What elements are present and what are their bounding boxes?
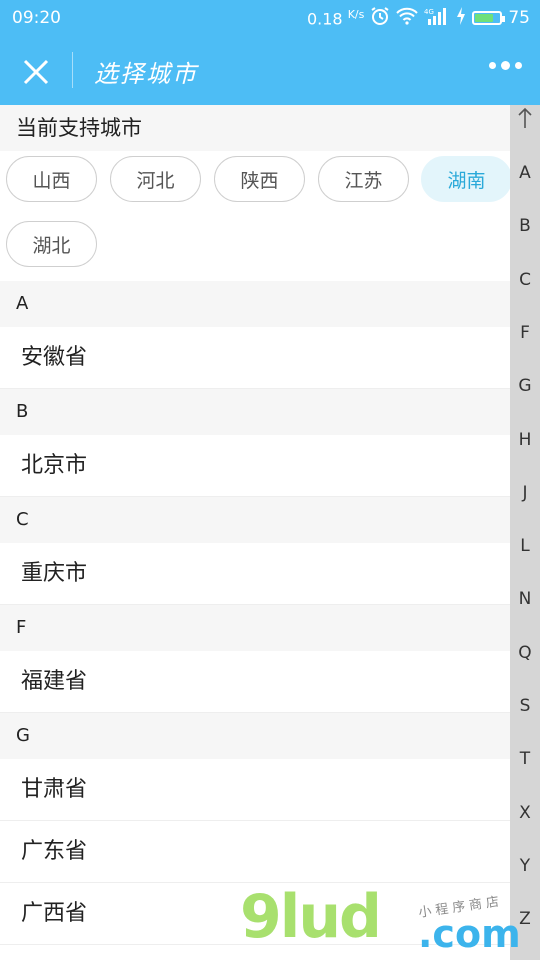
more-dot	[501, 61, 510, 70]
index-letter[interactable]: G	[510, 376, 540, 396]
navbar: 选择城市	[0, 36, 540, 105]
index-letter[interactable]: T	[510, 749, 540, 769]
section-header: A	[0, 281, 510, 327]
index-letter[interactable]: Q	[510, 643, 540, 663]
alphabet-index-bar[interactable]: A B C F G H J L N Q S T X Y Z	[510, 105, 540, 960]
index-letter[interactable]: B	[510, 216, 540, 236]
charging-icon	[456, 6, 466, 30]
city-row[interactable]: 福建省	[0, 651, 510, 713]
city-tag[interactable]: 湖北	[6, 221, 97, 267]
section-header: F	[0, 605, 510, 651]
city-row[interactable]: 安徽省	[0, 327, 510, 389]
speed-value: 0.18	[306, 9, 343, 29]
city-row[interactable]: 广东省	[0, 821, 510, 883]
city-tag[interactable]: 湖南	[421, 156, 510, 202]
app-header: 09:20 0.18 K/s 4G 75 选择城市	[0, 0, 540, 105]
battery-level: 75	[508, 8, 530, 28]
page-title: 选择城市	[94, 60, 198, 88]
index-letter[interactable]: N	[510, 589, 540, 609]
city-tag[interactable]: 河北	[110, 156, 201, 202]
index-letter[interactable]: H	[510, 430, 540, 450]
signal-icon: 4G	[424, 6, 450, 31]
city-tag[interactable]: 江苏	[318, 156, 409, 202]
more-button[interactable]	[489, 61, 522, 70]
city-sections: A安徽省B北京市C重庆市F福建省G甘肃省广东省广西省贵州省	[0, 281, 510, 960]
city-row[interactable]: 北京市	[0, 435, 510, 497]
city-row[interactable]: 广西省	[0, 883, 510, 945]
section-header: B	[0, 389, 510, 435]
status-right: 0.18 K/s 4G 75	[307, 6, 530, 30]
city-row[interactable]: 重庆市	[0, 543, 510, 605]
index-letter[interactable]: Y	[510, 856, 540, 876]
network-speed: 0.18 K/s	[307, 8, 364, 28]
close-button[interactable]	[16, 52, 56, 92]
city-tag[interactable]: 山西	[6, 156, 97, 202]
more-dots-icon	[489, 62, 496, 69]
speed-unit: K/s	[347, 7, 365, 21]
index-letter[interactable]: X	[510, 803, 540, 823]
arrow-up-icon[interactable]	[510, 105, 540, 131]
city-row[interactable]: 贵州省	[0, 945, 510, 960]
index-letter[interactable]: C	[510, 270, 540, 290]
status-bar: 09:20 0.18 K/s 4G 75	[0, 0, 540, 36]
section-header: C	[0, 497, 510, 543]
more-dot	[515, 62, 522, 69]
nav-divider	[72, 52, 73, 88]
supported-title: 当前支持城市	[0, 105, 510, 151]
index-letter[interactable]: S	[510, 696, 540, 716]
network-type: 4G	[424, 8, 434, 16]
index-letter[interactable]: F	[510, 323, 540, 343]
battery-icon	[472, 11, 506, 25]
city-list[interactable]: 当前支持城市 山西 河北 陕西 江苏 湖南湖北 A 安徽省 B 北京市 C 重庆市 F 福建省 G 甘肃省…	[0, 105, 510, 960]
supported-tags: 山西 河北 陕西 江苏 湖南湖北	[0, 151, 510, 281]
index-letter[interactable]: A	[510, 163, 540, 183]
index-letter[interactable]: J	[510, 483, 540, 503]
city-tag[interactable]: 陕西	[214, 156, 305, 202]
city-row[interactable]: 甘肃省	[0, 759, 510, 821]
close-icon	[23, 59, 49, 85]
section-header: G	[0, 713, 510, 759]
wifi-icon	[396, 7, 419, 30]
alarm-icon	[370, 6, 390, 31]
status-time: 09:20	[12, 8, 61, 28]
index-letter[interactable]: L	[510, 536, 540, 556]
index-letter[interactable]: Z	[510, 909, 540, 929]
